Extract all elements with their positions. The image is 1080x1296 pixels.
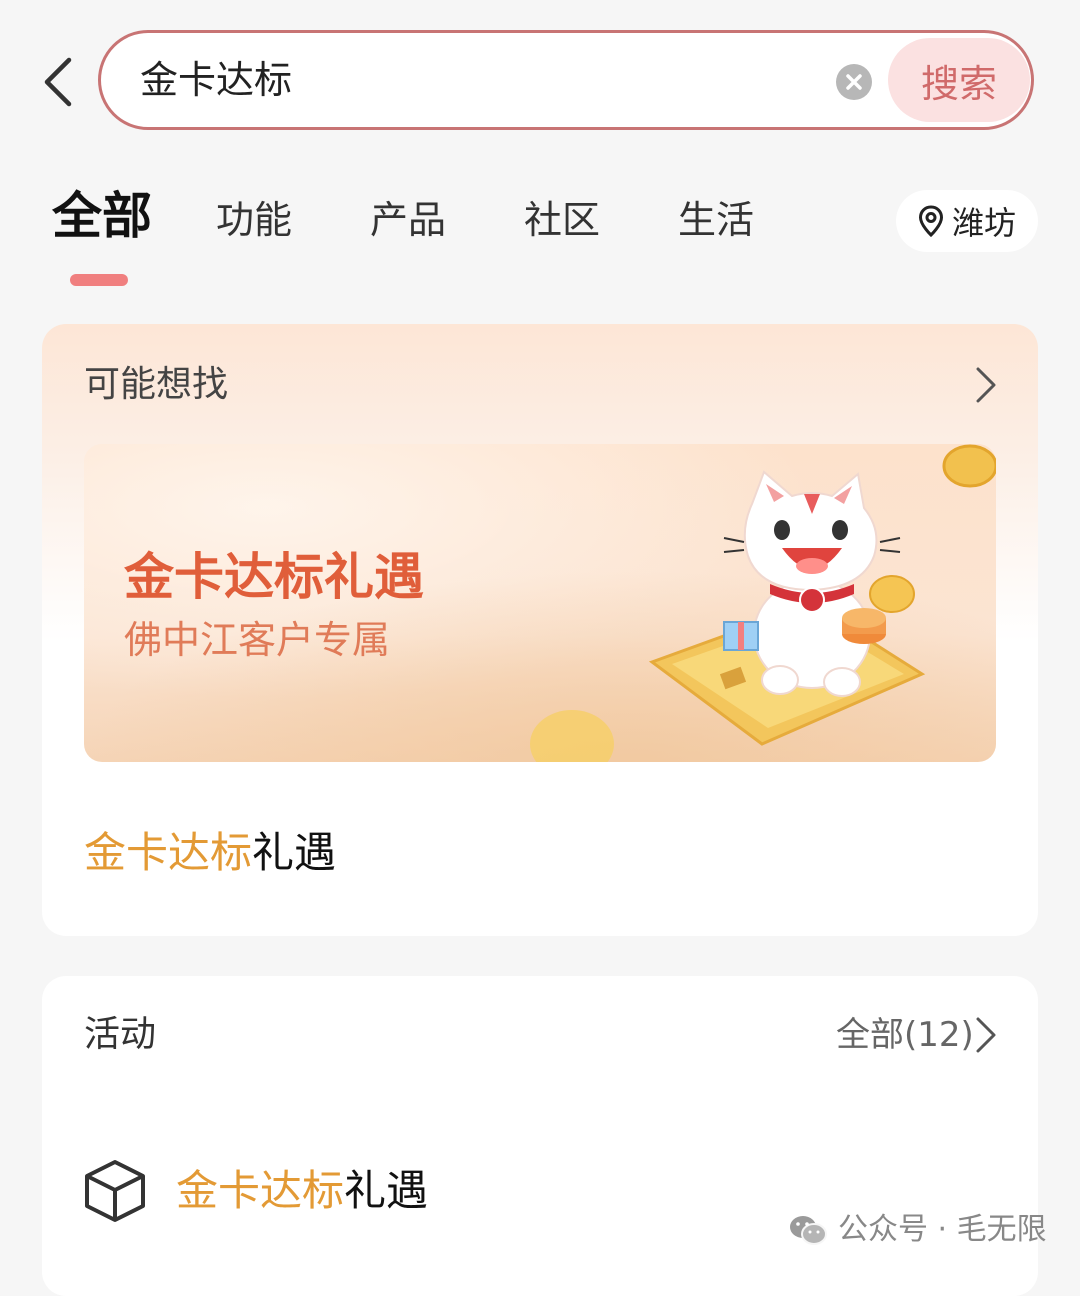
- banner-title: 金卡达标礼遇: [124, 548, 424, 606]
- location-label: 潍坊: [951, 204, 1016, 242]
- search-button[interactable]: 搜索: [888, 38, 1030, 122]
- keyword-highlight: 金卡达标: [176, 1166, 345, 1215]
- tab-functions[interactable]: 功能: [216, 194, 292, 246]
- activity-card-title: 活动: [84, 1014, 157, 1055]
- chevron-left-icon: [44, 57, 72, 107]
- chevron-right-icon: [976, 367, 996, 403]
- suggestion-more-button[interactable]: [966, 362, 1006, 408]
- watermark-text: 公众号 · 毛无限: [838, 1212, 1047, 1247]
- suggestion-card-title: 可能想找: [84, 364, 229, 405]
- tab-all[interactable]: 全部: [52, 186, 152, 246]
- close-icon: [846, 74, 862, 90]
- wechat-icon: [790, 1216, 827, 1245]
- clear-search-button[interactable]: [836, 64, 872, 100]
- tab-community[interactable]: 社区: [524, 194, 600, 246]
- view-all-link[interactable]: 全部(12): [836, 1012, 974, 1058]
- location-selector[interactable]: 潍坊: [896, 190, 1038, 252]
- suggestion-result[interactable]: 金卡达标礼遇: [84, 826, 336, 880]
- tab-life[interactable]: 生活: [678, 194, 754, 246]
- back-button[interactable]: [36, 52, 80, 112]
- watermark: 公众号 · 毛无限: [788, 1210, 1047, 1250]
- activity-more-button[interactable]: [966, 1012, 1006, 1058]
- search-input[interactable]: 金卡达标: [140, 56, 292, 104]
- activity-result[interactable]: 金卡达标礼遇: [176, 1164, 428, 1218]
- tab-products[interactable]: 产品: [370, 194, 446, 246]
- chevron-right-icon: [976, 1017, 996, 1053]
- cube-icon: [85, 1160, 145, 1222]
- keyword-highlight: 金卡达标: [84, 828, 253, 877]
- active-tab-indicator: [70, 274, 128, 286]
- location-pin-icon: [918, 205, 943, 237]
- mascot-cat-illustration: [530, 444, 996, 762]
- result-text: 礼遇: [344, 1166, 429, 1215]
- banner-subtitle: 佛中江客户专属: [124, 618, 391, 662]
- result-text: 礼遇: [252, 828, 337, 877]
